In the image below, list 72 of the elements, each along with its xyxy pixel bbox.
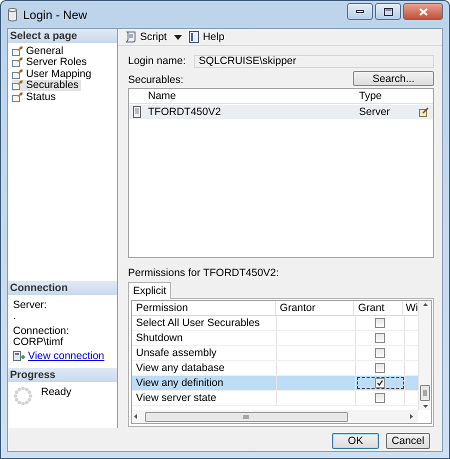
properties-icon [419,107,429,117]
column-header: Wi [404,302,418,314]
close-button[interactable] [403,3,443,20]
permission-row[interactable]: Shutdown [132,331,418,346]
server-icon [132,106,142,118]
server-value: . [13,311,17,322]
page-wrench-icon [12,68,23,79]
page-wrench-icon [12,80,23,90]
checkbox[interactable] [375,378,385,388]
maximize-button[interactable] [375,3,401,20]
sidebar-item[interactable]: User Mapping [12,68,94,80]
sidebar-item[interactable]: General [12,45,66,56]
sidebar-item[interactable]: Securables [12,80,81,91]
connection-value: CORP\timf [13,337,64,348]
minimize-button[interactable] [347,3,373,20]
permission-name: View server state [132,391,277,405]
checkbox[interactable] [375,393,385,403]
permission-name: View any database [132,361,277,375]
scroll-up-icon [422,303,428,306]
permission-row[interactable]: View any definition [132,376,418,391]
spinner-icon [13,386,33,406]
permission-row[interactable]: Select All User Securables [132,316,418,331]
maximize-icon [384,8,392,16]
minimize-icon [356,10,364,13]
close-icon [418,8,428,16]
checkbox[interactable] [375,333,385,343]
column-header: Permission [132,301,276,315]
login-name-label: Login name: [128,55,186,67]
permission-name: Shutdown [132,331,277,345]
securable-name: TFORDT450V2 [147,106,222,118]
page-wrench-icon [12,57,23,68]
scroll-left-icon [134,414,137,419]
column-header: Name [147,90,178,102]
permissions-label: Permissions for TFORDT450V2: [128,267,280,279]
page-wrench-icon [12,46,23,56]
scroll-down-icon [422,405,428,408]
checkbox[interactable] [375,348,385,358]
caret-icon [174,34,182,40]
permission-name: Select All User Securables [132,316,277,330]
sidebar-item[interactable]: Server Roles [12,56,89,68]
connection-icon [13,351,25,362]
securable-type: Server [358,106,391,118]
scroll-right-icon [410,414,413,419]
sidebar-item[interactable]: Status [12,91,58,102]
script-button[interactable]: Script [123,30,169,44]
login-name-field[interactable]: SQLCRUISE\skipper [194,54,434,68]
permission-row[interactable]: Unsafe assembly [132,346,418,361]
progress-status: Ready [41,386,72,398]
view-connection-link[interactable]: View connection [28,351,104,362]
checkbox[interactable] [375,363,385,373]
panel-header: Select a page [8,29,117,43]
permission-name: View any definition [132,376,277,390]
panel-header: Progress [8,368,117,382]
permission-name: Unsafe assembly [132,346,277,360]
column-header: Grant [354,301,403,315]
window-title: Login - New [23,8,88,22]
panel-header: Connection [8,281,117,295]
column-header: Grantor [276,301,354,315]
securables-label: Securables: [128,74,184,86]
securable-row[interactable]: TFORDT450V2 Server [129,105,433,119]
page-wrench-icon [12,92,23,102]
connection-label: Connection: [13,326,70,337]
search-button[interactable]: Search... [353,71,434,86]
permission-row[interactable]: View server state [132,391,418,406]
help-button[interactable]: Help [186,30,226,44]
tab[interactable]: Explicit [128,282,172,299]
column-header: Type [358,90,383,102]
cancel-button[interactable]: Cancel [386,433,430,449]
server-label: Server: [13,300,48,311]
database-icon [8,8,17,22]
ok-button[interactable]: OK [332,433,379,449]
checkbox[interactable] [375,318,385,328]
